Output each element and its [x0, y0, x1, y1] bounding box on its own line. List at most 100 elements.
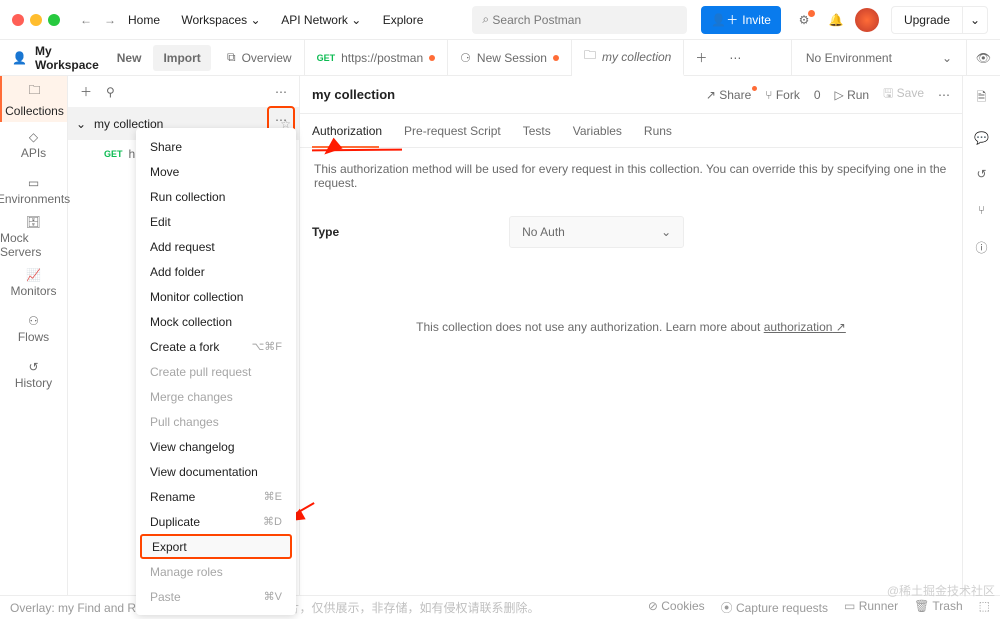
invite-icon: 👤＋: [711, 11, 738, 28]
avatar[interactable]: [855, 8, 879, 32]
nav-workspaces[interactable]: Workspaces ⌄: [181, 13, 260, 27]
search-input[interactable]: ⌕ Search Postman: [472, 6, 687, 34]
maximize-window-icon[interactable]: [48, 14, 60, 26]
fork-button[interactable]: ⑂ Fork: [765, 88, 800, 102]
ctx-edit[interactable]: Edit: [136, 209, 296, 234]
filter-icon[interactable]: ⚲: [106, 85, 115, 99]
ctx-run[interactable]: Run collection: [136, 184, 296, 209]
info-icon[interactable]: ⓘ: [975, 239, 987, 256]
more-icon[interactable]: ⋯: [938, 88, 950, 102]
ctx-rename[interactable]: Rename⌘E: [136, 484, 296, 509]
chevron-down-icon[interactable]: ⌄: [76, 117, 88, 131]
environment-selector[interactable]: No Environment⌄: [791, 40, 966, 75]
ctx-merge: Merge changes: [136, 384, 296, 409]
rail-collections[interactable]: 🗀Collections: [0, 76, 67, 122]
workspace-selector[interactable]: 👤 My Workspace New Import: [0, 40, 215, 75]
person-icon: 👤: [12, 51, 27, 65]
window-controls: [12, 14, 60, 26]
ctx-duplicate[interactable]: Duplicate⌘D: [136, 509, 296, 534]
subtab-tests[interactable]: Tests: [523, 124, 551, 138]
tab-overview[interactable]: ⧉Overview: [215, 40, 305, 76]
history-icon: ↺: [28, 360, 38, 374]
fork-icon[interactable]: ⑂: [978, 203, 985, 217]
subtab-prerequest[interactable]: Pre-request Script: [404, 124, 501, 138]
plus-icon[interactable]: ＋: [80, 83, 92, 100]
ctx-add-request[interactable]: Add request: [136, 234, 296, 259]
right-rail: 🗎 💬 ↺ ⑂ ⓘ: [962, 76, 1000, 595]
chevron-down-icon: ⌄: [351, 13, 361, 27]
second-bar: 👤 My Workspace New Import ⧉Overview GETh…: [0, 40, 1000, 76]
ctx-add-folder[interactable]: Add folder: [136, 259, 296, 284]
footer-cookies[interactable]: ⊘ Cookies: [648, 599, 705, 616]
subtab-variables[interactable]: Variables: [573, 124, 622, 138]
ctx-fork[interactable]: Create a fork⌥⌘F: [136, 334, 296, 359]
chevron-down-icon: ⌄: [661, 225, 671, 239]
auth-notice: This authorization method will be used f…: [300, 148, 962, 204]
collection-title: my collection: [312, 87, 395, 102]
tab-request[interactable]: GEThttps://postman: [305, 40, 449, 76]
auth-empty-info: This collection does not use any authori…: [300, 320, 962, 334]
minimize-window-icon[interactable]: [30, 14, 42, 26]
footer-runner[interactable]: ▭ Runner: [844, 599, 898, 616]
main-panel: my collection ↗ Share ⑂ Fork 0 ▷ Run 🖫 S…: [300, 76, 962, 595]
active-tab-underline: [312, 146, 379, 148]
authorization-link[interactable]: authorization ↗: [764, 320, 846, 334]
top-bar: ← → Home Workspaces ⌄ API Network ⌄ Expl…: [0, 0, 1000, 40]
chevron-down-icon: ⌄: [942, 51, 952, 65]
ctx-mock[interactable]: Mock collection: [136, 309, 296, 334]
share-button[interactable]: ↗ Share: [706, 88, 751, 102]
overview-icon: ⧉: [227, 50, 236, 65]
eye-icon[interactable]: 👁: [966, 40, 1000, 75]
upgrade-button[interactable]: Upgrade⌄: [891, 6, 988, 34]
nav-explore[interactable]: Explore: [383, 13, 424, 27]
docs-icon[interactable]: 🗎: [977, 88, 987, 109]
invite-button[interactable]: 👤＋Invite: [701, 6, 781, 34]
more-icon[interactable]: ⋯: [275, 85, 287, 99]
flows-icon: ⚇: [28, 314, 39, 328]
unsaved-dot: [553, 55, 559, 61]
nav-api-network[interactable]: API Network ⌄: [281, 13, 361, 27]
ctx-move[interactable]: Move: [136, 159, 296, 184]
ctx-docs[interactable]: View documentation: [136, 459, 296, 484]
back-icon[interactable]: ←: [80, 13, 96, 27]
notifications-icon[interactable]: 🔔: [823, 7, 849, 33]
search-icon: ⌕: [482, 12, 489, 27]
rail-history[interactable]: ↺History: [0, 352, 67, 398]
rail-flows[interactable]: ⚇Flows: [0, 306, 67, 352]
ctx-changelog[interactable]: View changelog: [136, 434, 296, 459]
comments-icon[interactable]: 💬: [974, 131, 989, 145]
ctx-monitor[interactable]: Monitor collection: [136, 284, 296, 309]
tab-more-icon[interactable]: ⋯: [718, 51, 752, 65]
tab-collection[interactable]: 🗀my collection: [572, 40, 684, 76]
flow-icon: ⚆: [460, 51, 471, 65]
footer-help-icon[interactable]: ⬚: [979, 599, 990, 616]
close-window-icon[interactable]: [12, 14, 24, 26]
ctx-paste: Paste⌘V: [136, 584, 296, 609]
rail-apis[interactable]: ◇APIs: [0, 122, 67, 168]
save-button[interactable]: 🖫 Save: [883, 84, 924, 105]
run-button[interactable]: ▷ Run: [835, 88, 870, 102]
top-nav: Home Workspaces ⌄ API Network ⌄ Explore: [128, 13, 441, 27]
rail-mock-servers[interactable]: 🗄Mock Servers: [0, 214, 67, 260]
ctx-pull-changes: Pull changes: [136, 409, 296, 434]
rail-environments[interactable]: ▭Environments: [0, 168, 67, 214]
import-button[interactable]: Import: [153, 45, 210, 71]
forward-icon[interactable]: →: [104, 13, 120, 27]
env-icon: ▭: [28, 176, 39, 190]
subtab-authorization[interactable]: Authorization: [312, 124, 382, 138]
footer-trash[interactable]: 🗑 Trash: [914, 599, 963, 616]
new-tab-button[interactable]: ＋: [684, 49, 718, 66]
monitor-icon: 📈: [26, 268, 41, 282]
subtab-runs[interactable]: Runs: [644, 124, 672, 138]
tab-session[interactable]: ⚆New Session: [448, 40, 572, 76]
new-button[interactable]: New: [107, 45, 152, 71]
ctx-export[interactable]: Export: [140, 534, 292, 559]
ctx-share[interactable]: Share: [136, 134, 296, 159]
auth-type-dropdown[interactable]: No Auth⌄: [509, 216, 684, 248]
footer-capture[interactable]: ⦿ Capture requests: [721, 599, 828, 616]
rail-monitors[interactable]: 📈Monitors: [0, 260, 67, 306]
settings-icon[interactable]: ⚙: [791, 7, 817, 33]
nav-home[interactable]: Home: [128, 13, 160, 27]
chevron-down-icon[interactable]: ⌄: [962, 7, 987, 33]
history-icon[interactable]: ↺: [976, 167, 986, 181]
